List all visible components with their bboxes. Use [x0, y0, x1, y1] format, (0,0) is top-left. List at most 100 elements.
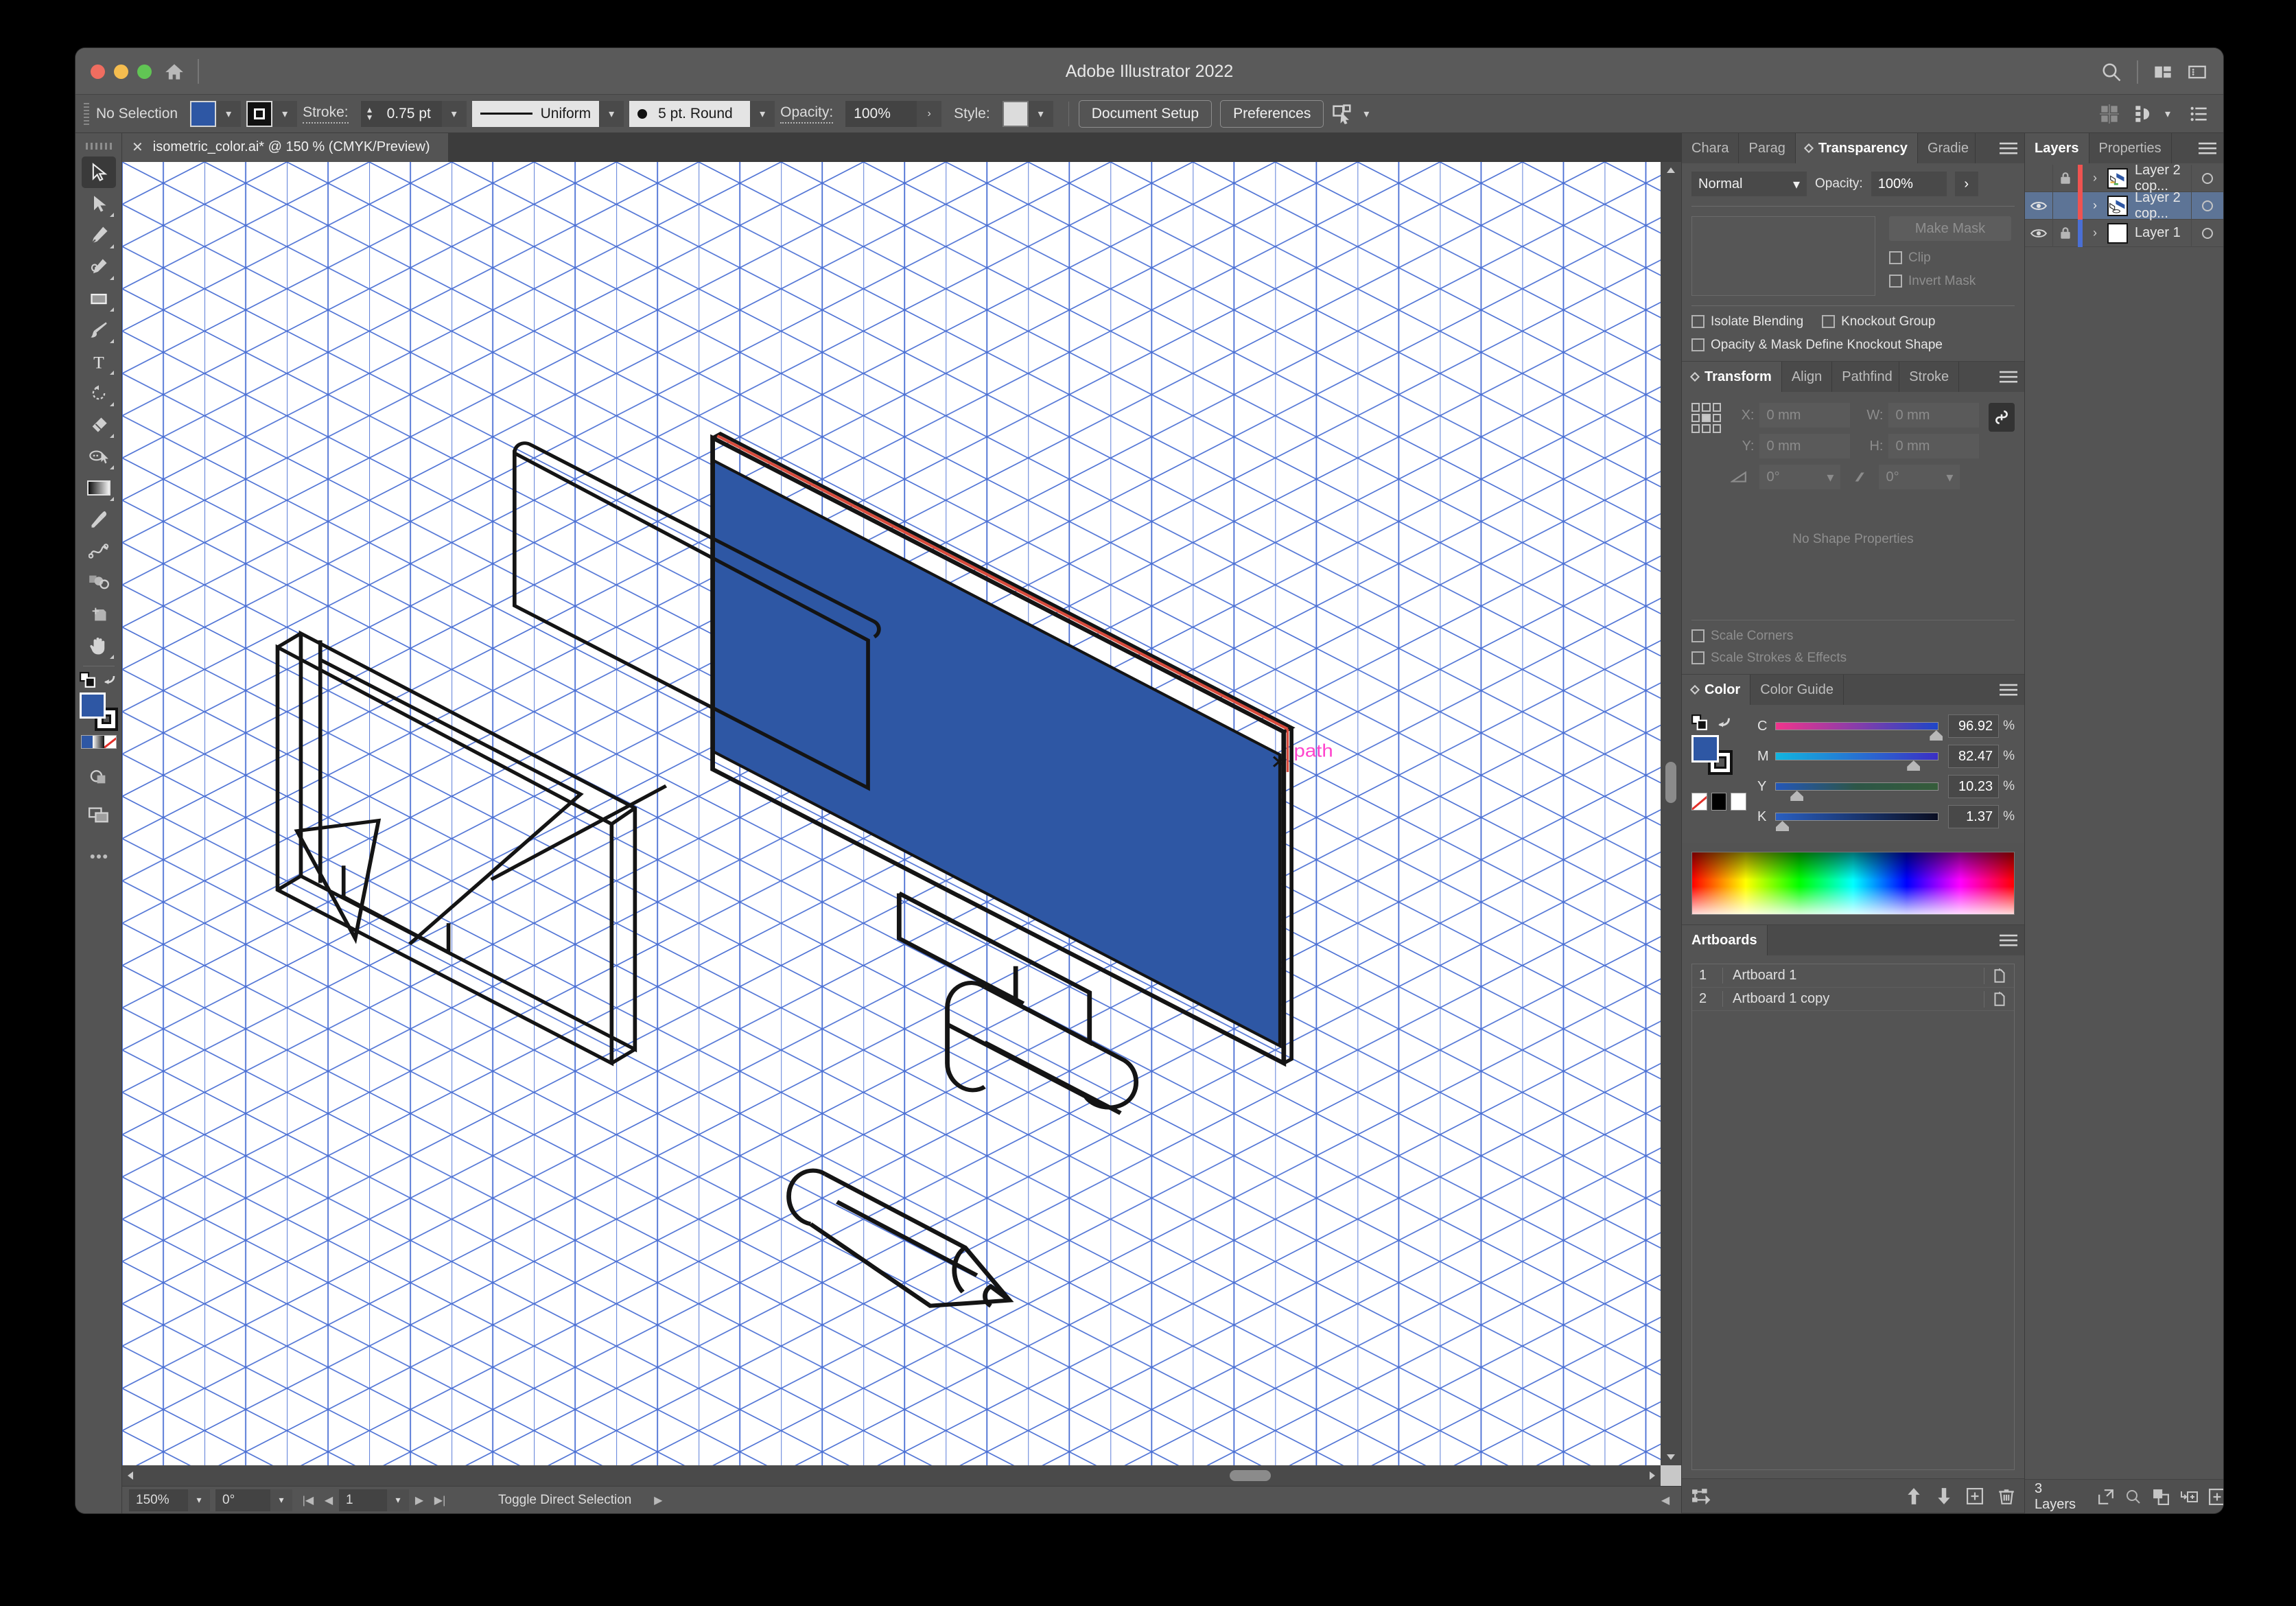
artboard-row[interactable]: 1 Artboard 1	[1692, 964, 2014, 988]
hand-tool[interactable]	[82, 630, 116, 662]
cyan-value[interactable]: 96.92	[1948, 714, 2000, 738]
drawing-mode-icon[interactable]	[82, 761, 116, 793]
paintbrush-tool[interactable]	[82, 314, 116, 346]
tab-gradient[interactable]: Gradie	[1917, 133, 1976, 163]
new-layer-icon[interactable]	[2209, 1488, 2223, 1505]
cyan-slider-knob[interactable]	[1930, 730, 1943, 741]
yellow-slider-knob[interactable]	[1790, 791, 1804, 801]
layer-expand-icon[interactable]: ›	[2083, 171, 2107, 185]
link-dimensions-icon[interactable]	[1989, 403, 2015, 432]
white-swatch[interactable]	[1731, 793, 1747, 811]
chevron-down-icon[interactable]: ▾	[750, 100, 775, 127]
layer-row[interactable]: › Layer 2 cop...	[2025, 190, 2223, 221]
artboard-number-value[interactable]: 1	[339, 1489, 387, 1511]
move-up-icon[interactable]	[1906, 1487, 1921, 1505]
close-icon[interactable]: ✕	[132, 139, 143, 156]
vertical-scrollbar[interactable]	[1661, 162, 1681, 1465]
panel-menu-icon[interactable]	[2192, 133, 2223, 163]
scroll-right-icon[interactable]	[1650, 1471, 1655, 1480]
chevron-down-icon[interactable]: ▾	[216, 100, 242, 127]
last-artboard-icon[interactable]: ▶|	[430, 1489, 450, 1511]
stroke-weight-value[interactable]: 0.75 pt	[378, 100, 442, 127]
layer-name[interactable]: Layer 1	[2135, 225, 2191, 241]
tab-character[interactable]: Chara	[1682, 133, 1739, 163]
panel-collapse-icon[interactable]	[1803, 143, 1814, 154]
chevron-down-icon[interactable]: ▾	[441, 100, 467, 127]
layer-expand-icon[interactable]: ›	[2083, 198, 2107, 213]
flyout-triangle-icon[interactable]	[109, 465, 114, 469]
curvature-tool[interactable]	[82, 251, 116, 283]
style-swatch[interactable]	[1002, 100, 1029, 127]
tab-artboards[interactable]: Artboards	[1682, 925, 1768, 955]
stroke-profile-control[interactable]: Uniform ▾	[471, 100, 624, 127]
color-mode-icon[interactable]	[81, 736, 93, 748]
yellow-value[interactable]: 10.23	[1948, 775, 2000, 798]
chevron-down-icon[interactable]: ▾	[272, 100, 298, 127]
layer-expand-icon[interactable]: ›	[2083, 226, 2107, 240]
selection-tool[interactable]	[81, 156, 116, 188]
scale-strokes-checkbox[interactable]	[1691, 651, 1705, 664]
panel-menu-icon[interactable]	[1993, 675, 2024, 705]
make-clipping-mask-icon[interactable]	[2153, 1489, 2170, 1505]
tab-transform[interactable]: Transform	[1682, 362, 1782, 392]
release-to-layers-icon[interactable]	[2098, 1489, 2114, 1505]
clip-checkbox[interactable]	[1889, 251, 1902, 264]
tab-stroke[interactable]: Stroke	[1899, 362, 1960, 392]
create-sublayer-icon[interactable]	[2180, 1489, 2199, 1505]
next-artboard-icon[interactable]: ▶	[409, 1489, 430, 1511]
chevron-down-icon[interactable]: ▾	[1946, 469, 1953, 486]
screen-mode-icon[interactable]	[82, 800, 116, 831]
horizontal-scroll-thumb[interactable]	[1230, 1470, 1272, 1481]
expand-status-icon[interactable]: ▶	[648, 1489, 668, 1511]
expand-arrow-icon[interactable]: ›	[917, 100, 942, 127]
zoom-level-dropdown-icon[interactable]: ▾	[188, 1489, 210, 1511]
opacity-value[interactable]: 100%	[845, 100, 917, 127]
flyout-triangle-icon[interactable]	[109, 213, 114, 217]
horizontal-scrollbar[interactable]	[122, 1465, 1661, 1486]
transform-y-value[interactable]: 0 mm	[1759, 434, 1851, 458]
pen-tool[interactable]	[82, 220, 116, 251]
type-tool[interactable]: T	[82, 346, 116, 377]
color-spectrum-bar[interactable]	[1691, 852, 2015, 915]
transform-x-value[interactable]: 0 mm	[1759, 403, 1851, 428]
artboard-options-icon[interactable]	[1984, 990, 2014, 1008]
symbol-sprayer-tool[interactable]	[82, 567, 116, 598]
layer-lock-icon[interactable]	[2053, 172, 2078, 185]
layer-visibility-toggle[interactable]	[2025, 200, 2052, 211]
tab-layers[interactable]: Layers	[2025, 133, 2089, 163]
flyout-triangle-icon[interactable]	[109, 276, 114, 280]
rotation-dropdown-icon[interactable]: ▾	[270, 1489, 292, 1511]
chevron-down-icon[interactable]: ▾	[1357, 107, 1376, 121]
artboard-row[interactable]: 2 Artboard 1 copy	[1692, 988, 2014, 1011]
transform-h-value[interactable]: 0 mm	[1888, 434, 1980, 458]
target-circle-icon[interactable]	[2192, 172, 2223, 184]
panel-toggle-icon[interactable]	[2188, 62, 2207, 82]
chevron-down-icon[interactable]: ▾	[1028, 100, 1053, 127]
graphic-style-control[interactable]: ▾	[1002, 100, 1053, 127]
rotate-tool[interactable]	[82, 377, 116, 409]
swap-fill-stroke-icon[interactable]	[1691, 714, 1708, 731]
layer-row[interactable]: › Layer 1	[2025, 219, 2223, 247]
stroke-weight-stepper[interactable]: ▲ ▼	[360, 100, 379, 127]
flyout-triangle-icon[interactable]	[109, 244, 114, 248]
document-tab[interactable]: ✕ isometric_color.ai* @ 150 % (CMYK/Prev…	[122, 133, 448, 162]
more-options-icon[interactable]	[2189, 104, 2208, 124]
black-value[interactable]: 1.37	[1948, 805, 2000, 828]
tool-panel-grip[interactable]	[85, 143, 112, 150]
status-collapse-icon[interactable]: ◀	[1655, 1489, 1676, 1511]
expand-arrow-icon[interactable]: ›	[1954, 172, 1978, 196]
new-artboard-icon[interactable]	[1967, 1487, 1983, 1504]
magenta-value[interactable]: 82.47	[1948, 745, 2000, 768]
fill-stroke-indicator[interactable]	[79, 693, 118, 731]
artboard-dropdown-icon[interactable]: ▾	[387, 1489, 409, 1511]
flyout-triangle-icon[interactable]	[109, 655, 114, 659]
flyout-triangle-icon[interactable]	[109, 339, 114, 343]
scale-corners-checkbox[interactable]	[1691, 629, 1705, 642]
eyedropper-tool[interactable]	[82, 504, 116, 535]
black-swatch[interactable]	[1711, 793, 1727, 811]
black-slider[interactable]	[1775, 813, 1939, 831]
tab-paragraph[interactable]: Parag	[1739, 133, 1796, 163]
artboard-canvas[interactable]: path	[122, 162, 1661, 1465]
magenta-slider-knob[interactable]	[1907, 760, 1921, 771]
move-down-icon[interactable]	[1936, 1487, 1952, 1505]
